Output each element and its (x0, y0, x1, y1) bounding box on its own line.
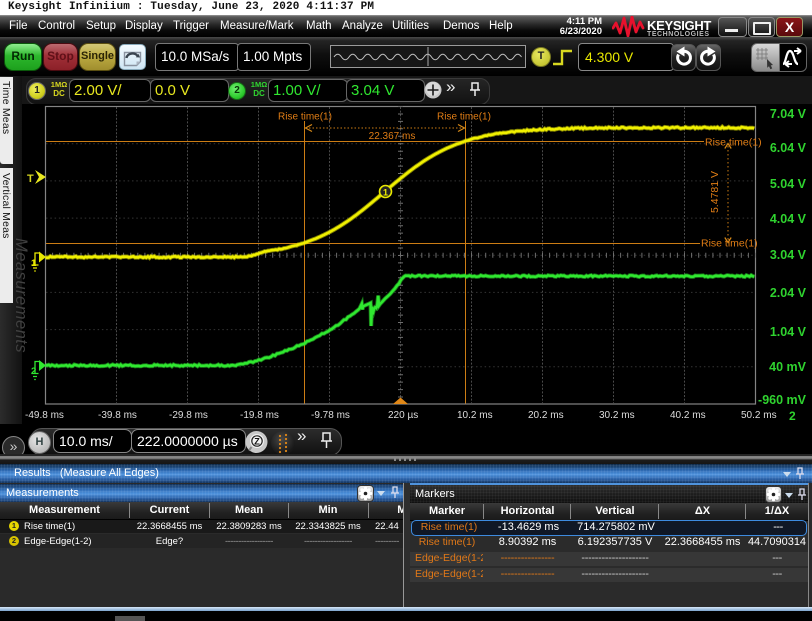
svg-text:Rise time(1): Rise time(1) (705, 137, 762, 149)
svg-text:1: 1 (31, 258, 37, 269)
svg-text:Rise time(1): Rise time(1) (278, 112, 332, 123)
svg-text:Rise time(1): Rise time(1) (437, 112, 491, 123)
svg-text:1: 1 (383, 188, 388, 198)
svg-text:T: T (27, 173, 34, 185)
svg-text:2: 2 (31, 366, 36, 377)
svg-text:22.367 ms: 22.367 ms (369, 131, 416, 142)
svg-text:Rise time(1): Rise time(1) (701, 238, 758, 250)
svg-text:Z: Z (254, 437, 260, 447)
svg-text:5.4781 V: 5.4781 V (709, 171, 721, 213)
